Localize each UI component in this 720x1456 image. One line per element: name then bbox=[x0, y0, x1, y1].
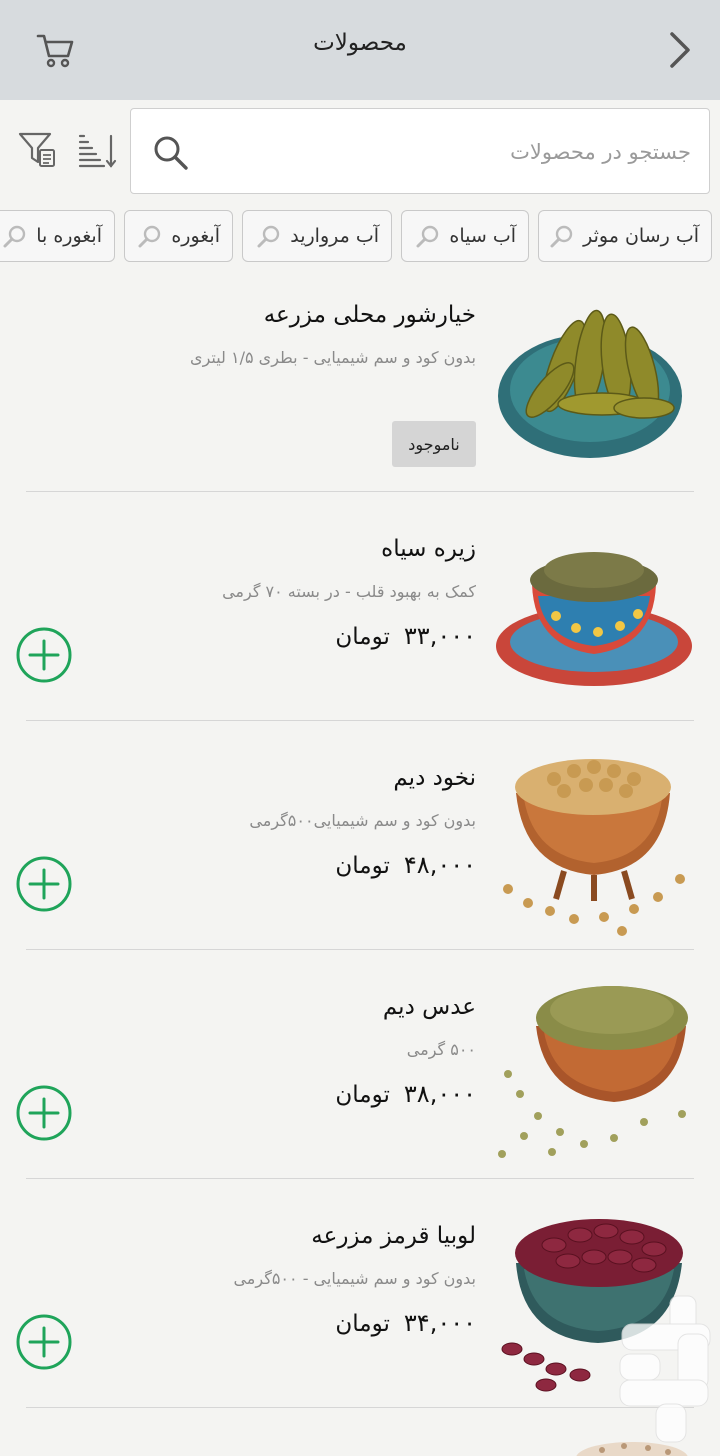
product-price: ۳۸,۰۰۰ تومان bbox=[335, 1080, 476, 1108]
price-value: ۴۸,۰۰۰ bbox=[403, 851, 476, 879]
plus-circle-icon[interactable] bbox=[16, 856, 72, 912]
product-item[interactable]: عدس دیم ۵۰۰ گرمی ۳۸,۰۰۰ تومان bbox=[0, 950, 720, 1178]
chip-label: آب رسان موثر bbox=[583, 225, 699, 247]
product-price: ۳۴,۰۰۰ تومان bbox=[335, 1309, 476, 1337]
price-currency: تومان bbox=[335, 1311, 390, 1337]
product-name: نخود دیم bbox=[393, 765, 476, 791]
chip-tag[interactable]: آبغوره bbox=[124, 210, 233, 262]
plus-circle-icon[interactable] bbox=[16, 1085, 72, 1141]
plus-circle-icon[interactable] bbox=[16, 1314, 72, 1370]
tag-chips: آب رسان موثر آب سیاه آب مروارید آبغوره آ… bbox=[0, 210, 720, 264]
chip-tag[interactable]: آب سیاه bbox=[401, 210, 529, 262]
search-icon bbox=[550, 225, 573, 248]
product-price: ۳۳,۰۰۰ تومان bbox=[335, 622, 476, 650]
product-description: کمک به بهبود قلب - در بسته ۷۰ گرمی bbox=[222, 582, 476, 601]
search-icon bbox=[3, 225, 26, 248]
product-item[interactable]: زیره سیاه کمک به بهبود قلب - در بسته ۷۰ … bbox=[0, 492, 720, 720]
filter-icon[interactable] bbox=[16, 128, 60, 172]
price-value: ۳۸,۰۰۰ bbox=[403, 1080, 476, 1108]
page-title: محصولات bbox=[313, 30, 407, 56]
product-name: عدس دیم bbox=[382, 994, 476, 1020]
product-description: بدون کود و سم شیمیایی - بطری ۱/۵ لیتری bbox=[190, 348, 476, 367]
chip-label: آب مروارید bbox=[290, 225, 379, 247]
watermark-logo bbox=[619, 1295, 711, 1443]
product-name: خیارشور محلی مزرعه bbox=[263, 302, 476, 328]
product-item[interactable]: نخود دیم بدون کود و سم شیمیایی۵۰۰گرمی ۴۸… bbox=[0, 721, 720, 949]
search-icon[interactable] bbox=[151, 133, 191, 173]
plus-circle-icon[interactable] bbox=[16, 627, 72, 683]
price-value: ۳۴,۰۰۰ bbox=[403, 1309, 476, 1337]
product-name: لوبیا قرمز مزرعه bbox=[311, 1223, 476, 1249]
product-image bbox=[498, 309, 682, 458]
search-icon bbox=[257, 225, 280, 248]
search-box bbox=[130, 108, 710, 194]
product-item[interactable]: خیارشور محلی مزرعه بدون کود و سم شیمیایی… bbox=[0, 280, 720, 492]
product-description: بدون کود و سم شیمیایی۵۰۰گرمی bbox=[249, 811, 476, 830]
product-image bbox=[498, 986, 688, 1158]
product-description: ۵۰۰ گرمی bbox=[406, 1040, 476, 1059]
cart-icon[interactable] bbox=[34, 28, 78, 72]
chevron-right-icon[interactable] bbox=[660, 26, 700, 74]
chip-label: آبغوره با bbox=[36, 225, 102, 247]
out-of-stock-badge: ناموجود bbox=[392, 421, 476, 467]
chip-tag[interactable]: آبغوره با bbox=[0, 210, 115, 262]
app-bar: محصولات bbox=[0, 0, 720, 100]
product-description: بدون کود و سم شیمیایی - ۵۰۰گرمی bbox=[233, 1269, 476, 1288]
divider bbox=[26, 1407, 694, 1408]
search-icon bbox=[138, 225, 161, 248]
chip-label: آب سیاه bbox=[449, 225, 516, 247]
search-icon bbox=[416, 225, 439, 248]
product-price: ۴۸,۰۰۰ تومان bbox=[335, 851, 476, 879]
search-input[interactable] bbox=[201, 127, 701, 177]
chip-label: آبغوره bbox=[171, 225, 220, 247]
price-currency: تومان bbox=[335, 853, 390, 879]
chip-tag[interactable]: آب رسان موثر bbox=[538, 210, 712, 262]
product-image bbox=[496, 552, 692, 686]
price-currency: تومان bbox=[335, 624, 390, 650]
price-currency: تومان bbox=[335, 1082, 390, 1108]
sort-icon[interactable] bbox=[74, 128, 118, 172]
price-value: ۳۳,۰۰۰ bbox=[403, 622, 476, 650]
product-name: زیره سیاه bbox=[381, 536, 476, 562]
product-image bbox=[503, 759, 685, 936]
chip-tag[interactable]: آب مروارید bbox=[242, 210, 392, 262]
